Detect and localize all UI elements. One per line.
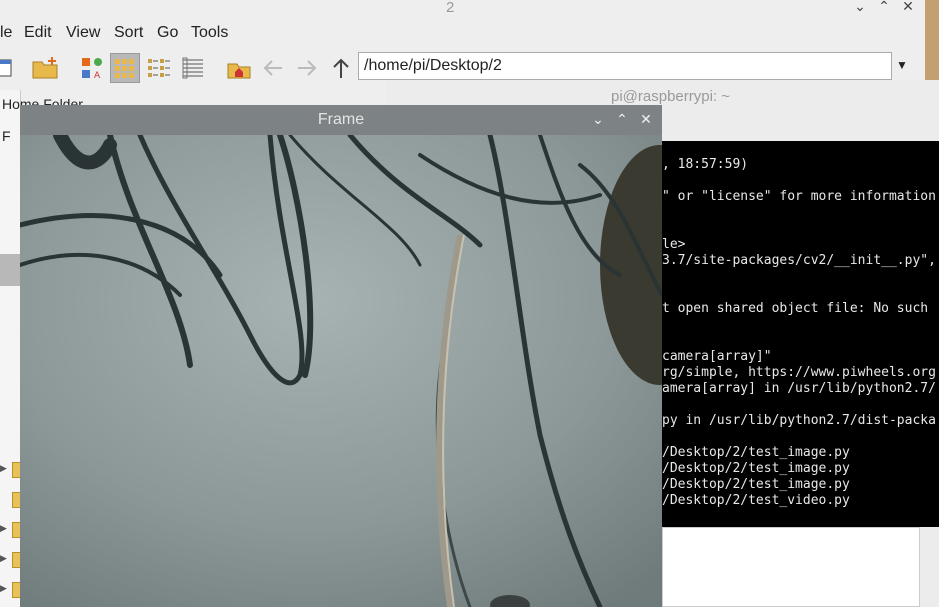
menu-file[interactable]: le <box>0 24 12 42</box>
window-title: 2 <box>446 0 455 16</box>
chevron-down-icon[interactable]: ▼ <box>896 58 908 72</box>
terminal-line: /Desktop/2/test_video.py <box>662 493 850 508</box>
terminal-output[interactable]: , 18:57:59) " or "license" for more info… <box>662 141 939 527</box>
close-button[interactable]: ✕ <box>900 0 916 15</box>
forward-arrow-icon[interactable] <box>292 53 322 83</box>
camera-preview-image <box>20 135 662 607</box>
terminal-line: le> <box>662 237 686 252</box>
terminal-line: " or "license" for more information <box>662 189 936 204</box>
thumbnail-view-icon[interactable] <box>110 53 140 83</box>
list-view-icon[interactable] <box>178 53 208 83</box>
terminal-line: t open shared object file: No such <box>662 301 929 316</box>
terminal-line: rg/simple, https://www.piwheels.org <box>662 365 936 380</box>
terminal-line: 3.7/site-packages/cv2/__init__.py", <box>662 253 936 268</box>
terminal-line: /Desktop/2/test_image.py <box>662 461 850 476</box>
menu-sort[interactable]: Sort <box>114 24 143 42</box>
path-bar[interactable] <box>358 52 892 80</box>
terminal-line: /Desktop/2/test_image.py <box>662 445 850 460</box>
expand-arrow-icon[interactable]: ▶ <box>0 463 7 474</box>
sidebar: ▶ ▶ ▶ ▶ <box>0 90 22 607</box>
terminal-line: , 18:57:59) <box>662 157 749 172</box>
terminal-line: amera[array] in /usr/lib/python2.7/ <box>662 381 936 396</box>
maximize-button[interactable]: ⌃ <box>876 0 892 15</box>
svg-text:A: A <box>94 71 101 81</box>
terminal-line: py in /usr/lib/python2.7/dist-packa <box>662 413 936 428</box>
sidebar-selected-item[interactable] <box>0 254 20 286</box>
expand-arrow-icon[interactable]: ▶ <box>0 553 7 564</box>
new-window-icon[interactable] <box>0 53 16 83</box>
menu-edit[interactable]: Edit <box>24 24 52 42</box>
compact-view-icon[interactable] <box>144 53 174 83</box>
terminal-line: /Desktop/2/test_image.py <box>662 477 850 492</box>
menu-go[interactable]: Go <box>157 24 178 42</box>
file-manager-titlebar[interactable]: 2 ⌄ ⌃ ✕ <box>0 0 925 18</box>
minimize-button[interactable]: ⌄ <box>590 111 606 128</box>
back-arrow-icon[interactable] <box>258 53 288 83</box>
minimize-button[interactable]: ⌄ <box>852 0 868 15</box>
frame-titlebar[interactable]: Frame ⌄ ⌃ ✕ <box>20 105 662 135</box>
close-button[interactable]: ✕ <box>638 111 654 128</box>
home-icon[interactable] <box>224 53 254 83</box>
maximize-button[interactable]: ⌃ <box>614 111 630 128</box>
path-input[interactable] <box>359 53 889 79</box>
expand-arrow-icon[interactable]: ▶ <box>0 583 7 594</box>
menu-view[interactable]: View <box>66 24 100 42</box>
up-arrow-icon[interactable] <box>326 53 356 83</box>
file-list-area[interactable] <box>662 527 920 607</box>
terminal-line: camera[array]" <box>662 349 772 364</box>
sidebar-item-f[interactable]: F <box>2 128 11 144</box>
frame-window: Frame ⌄ ⌃ ✕ <box>20 105 662 607</box>
expand-arrow-icon[interactable]: ▶ <box>0 523 7 534</box>
new-folder-icon[interactable] <box>30 53 60 83</box>
frame-title: Frame <box>317 111 365 128</box>
menu-tools[interactable]: Tools <box>191 24 228 42</box>
show-icons-view-icon[interactable]: A <box>77 53 107 83</box>
menubar: le Edit View Sort Go Tools <box>0 20 925 46</box>
